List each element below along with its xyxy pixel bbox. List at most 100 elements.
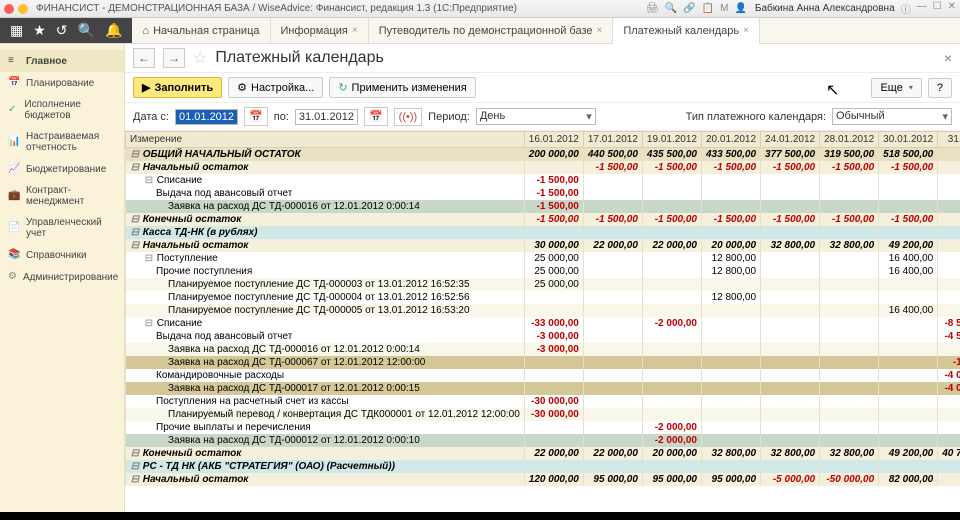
win-close-icon[interactable]: ✕ bbox=[948, 1, 956, 16]
table-row[interactable]: Планируемое поступление ДС ТД-000005 от … bbox=[126, 304, 960, 317]
calendar-icon[interactable]: 📅 bbox=[364, 107, 388, 126]
table-row[interactable]: Планируемый перевод / конвертация ДС ТДК… bbox=[126, 408, 960, 421]
sidebar-item-budget[interactable]: 📈Бюджетирование bbox=[0, 158, 124, 180]
help-button[interactable]: ? bbox=[928, 78, 952, 98]
col-dimension[interactable]: Измерение bbox=[126, 132, 525, 148]
sidebar-item-contract[interactable]: 💼Контракт-менеджмент bbox=[0, 180, 124, 212]
info-icon[interactable]: ⓘ bbox=[901, 1, 911, 16]
caltype-select[interactable]: Обычный ▾ bbox=[832, 108, 952, 125]
tree-toggle-icon[interactable]: ⊟ bbox=[130, 227, 140, 238]
sidebar-item-main[interactable]: ≡Главное bbox=[0, 50, 124, 72]
tree-toggle-icon[interactable]: ⊟ bbox=[130, 149, 140, 160]
table-row[interactable]: Планируемое поступление ДС ТД-000003 от … bbox=[126, 278, 960, 291]
print-icon[interactable]: 🖨 bbox=[646, 3, 659, 14]
table-row[interactable]: Поступления на расчетный счет из кассы-3… bbox=[126, 395, 960, 408]
window-close-dot[interactable] bbox=[4, 4, 14, 14]
sidebar-item-mgmt[interactable]: 📄Управленческий учет bbox=[0, 212, 124, 244]
tab-calendar[interactable]: Платежный календарь × bbox=[613, 18, 760, 44]
tab-guide[interactable]: Путеводитель по демонстрационной базе × bbox=[369, 18, 614, 44]
win-min-icon[interactable]: — bbox=[917, 1, 927, 16]
col-date[interactable]: 24.01.2012 bbox=[761, 132, 820, 148]
bell-icon[interactable]: 🔔 bbox=[105, 22, 122, 39]
close-icon[interactable]: × bbox=[596, 25, 602, 36]
col-date[interactable]: 19.01.2012 bbox=[642, 132, 701, 148]
signal-icon[interactable]: ((•)) bbox=[394, 108, 423, 126]
tree-toggle-icon[interactable]: ⊟ bbox=[130, 461, 140, 472]
cell-value: 16 400,00 bbox=[879, 304, 938, 317]
sidebar-item-exec[interactable]: ✓Исполнение бюджетов bbox=[0, 94, 124, 126]
tab-info[interactable]: Информация × bbox=[271, 18, 369, 44]
date-to-input[interactable]: 31.01.2012 bbox=[295, 109, 358, 125]
search-icon2[interactable]: 🔍 bbox=[78, 22, 95, 39]
more-button[interactable]: Еще bbox=[871, 78, 921, 98]
table-row[interactable]: ⊟ ОБЩИЙ НАЧАЛЬНЫЙ ОСТАТОК200 000,00440 5… bbox=[126, 148, 960, 162]
window-min-dot[interactable] bbox=[18, 4, 28, 14]
table-row[interactable]: ⊟ Конечный остаток22 000,0022 000,0020 0… bbox=[126, 447, 960, 460]
tree-toggle-icon[interactable]: ⊟ bbox=[130, 448, 140, 459]
table-row[interactable]: Выдача под авансовый отчет-3 000,00-4 50… bbox=[126, 330, 960, 343]
sidebar-item-plan[interactable]: 📅Планирование bbox=[0, 72, 124, 94]
table-row[interactable]: ⊟ Конечный остаток-1 500,00-1 500,00-1 5… bbox=[126, 213, 960, 226]
tree-toggle-icon[interactable]: ⊟ bbox=[144, 253, 154, 264]
table-row[interactable]: ⊟ Начальный остаток30 000,0022 000,0022 … bbox=[126, 239, 960, 252]
table-row[interactable]: ⊟ Списание-1 500,00 bbox=[126, 174, 960, 187]
table-row[interactable]: Заявка на расход ДС ТД-000016 от 12.01.2… bbox=[126, 200, 960, 213]
col-date[interactable]: 20.01.2012 bbox=[701, 132, 760, 148]
sidebar-item-admin[interactable]: ⚙Администрирование bbox=[0, 266, 124, 288]
apps-icon[interactable]: ▦ bbox=[10, 22, 23, 39]
sidebar-item-custom[interactable]: 📊Настраиваемая отчетность bbox=[0, 126, 124, 158]
period-select[interactable]: День ▾ bbox=[476, 108, 596, 125]
date-to-label: по: bbox=[274, 111, 289, 123]
table-row[interactable]: ⊟ Касса ТД-НК (в рублях) bbox=[126, 226, 960, 239]
table-row[interactable]: Прочие поступления25 000,0012 800,0016 4… bbox=[126, 265, 960, 278]
search-icon[interactable]: 🔍 bbox=[665, 3, 677, 14]
cell-value: -2 000,00 bbox=[642, 317, 701, 330]
col-date[interactable]: 28.01.2012 bbox=[820, 132, 879, 148]
tree-toggle-icon[interactable]: ⊟ bbox=[144, 175, 154, 186]
close-icon[interactable]: × bbox=[743, 25, 749, 36]
m-icon[interactable]: M bbox=[720, 3, 728, 14]
date-from-input[interactable]: 01.01.2012 bbox=[175, 109, 238, 125]
sidebar-item-ref[interactable]: 📚Справочники bbox=[0, 244, 124, 266]
page-close-icon[interactable]: × bbox=[944, 50, 952, 66]
table-row[interactable]: ⊟ Начальный остаток120 000,0095 000,0095… bbox=[126, 473, 960, 486]
tree-toggle-icon[interactable]: ⊟ bbox=[130, 474, 140, 485]
cell-value bbox=[524, 434, 583, 447]
calendar-icon[interactable]: 📅 bbox=[244, 107, 268, 126]
row-dimension: Планируемый перевод / конвертация ДС ТДК… bbox=[126, 408, 525, 421]
col-date[interactable]: 30.01.2012 bbox=[879, 132, 938, 148]
nav-fwd-button[interactable]: → bbox=[163, 48, 185, 68]
favorite-icon[interactable]: ☆ bbox=[193, 48, 207, 68]
link-icon[interactable]: 🔗 bbox=[683, 3, 695, 14]
star-icon[interactable]: ★ bbox=[33, 22, 46, 39]
win-max-icon[interactable]: ☐ bbox=[933, 1, 942, 16]
history-icon[interactable]: ↺ bbox=[56, 22, 68, 39]
tree-toggle-icon[interactable]: ⊟ bbox=[130, 162, 140, 173]
table-row[interactable]: ⊟ РС - ТД НК (АКБ "СТРАТЕГИЯ" (ОАО) (Рас… bbox=[126, 460, 960, 473]
table-row[interactable]: Выдача под авансовый отчет-1 500,00 bbox=[126, 187, 960, 200]
tab-home[interactable]: ⌂ Начальная страница bbox=[132, 18, 270, 44]
fill-button[interactable]: ▶ Заполнить bbox=[133, 77, 222, 98]
tree-toggle-icon[interactable]: ⊟ bbox=[144, 318, 154, 329]
table-row[interactable]: ⊟ Начальный остаток-1 500,00-1 500,00-1 … bbox=[126, 161, 960, 174]
col-date[interactable]: 16.01.2012 bbox=[524, 132, 583, 148]
table-row[interactable]: Заявка на расход ДС ТД-000016 от 12.01.2… bbox=[126, 343, 960, 356]
calc-icon[interactable]: 📋 bbox=[702, 3, 714, 14]
settings-button[interactable]: ⚙Настройка... bbox=[228, 77, 323, 98]
tree-toggle-icon[interactable]: ⊟ bbox=[130, 214, 140, 225]
tree-toggle-icon[interactable]: ⊟ bbox=[130, 240, 140, 251]
col-date[interactable]: 17.01.2012 bbox=[583, 132, 642, 148]
table-row[interactable]: Планируемое поступление ДС ТД-000004 от … bbox=[126, 291, 960, 304]
nav-back-button[interactable]: ← bbox=[133, 48, 155, 68]
table-row[interactable]: ⊟ Поступление25 000,0012 800,0016 400,00 bbox=[126, 252, 960, 265]
table-row[interactable]: ⊟ Списание-33 000,00-2 000,00-8 500,00 bbox=[126, 317, 960, 330]
table-row[interactable]: Прочие выплаты и перечисления-2 000,00 bbox=[126, 421, 960, 434]
col-date[interactable]: 31.01.20 bbox=[938, 132, 960, 148]
table-row[interactable]: Заявка на расход ДС ТД-000017 от 12.01.2… bbox=[126, 382, 960, 395]
table-row[interactable]: Заявка на расход ДС ТД-000012 от 12.01.2… bbox=[126, 434, 960, 447]
table-row[interactable]: Командировочные расходы-4 000,00 bbox=[126, 369, 960, 382]
close-icon[interactable]: × bbox=[352, 25, 358, 36]
table-row[interactable]: Заявка на расход ДС ТД-000067 от 12.01.2… bbox=[126, 356, 960, 369]
apply-button[interactable]: ↻Применить изменения bbox=[329, 77, 475, 98]
grid-scroll[interactable]: Измерение 16.01.2012 17.01.2012 19.01.20… bbox=[125, 131, 960, 512]
